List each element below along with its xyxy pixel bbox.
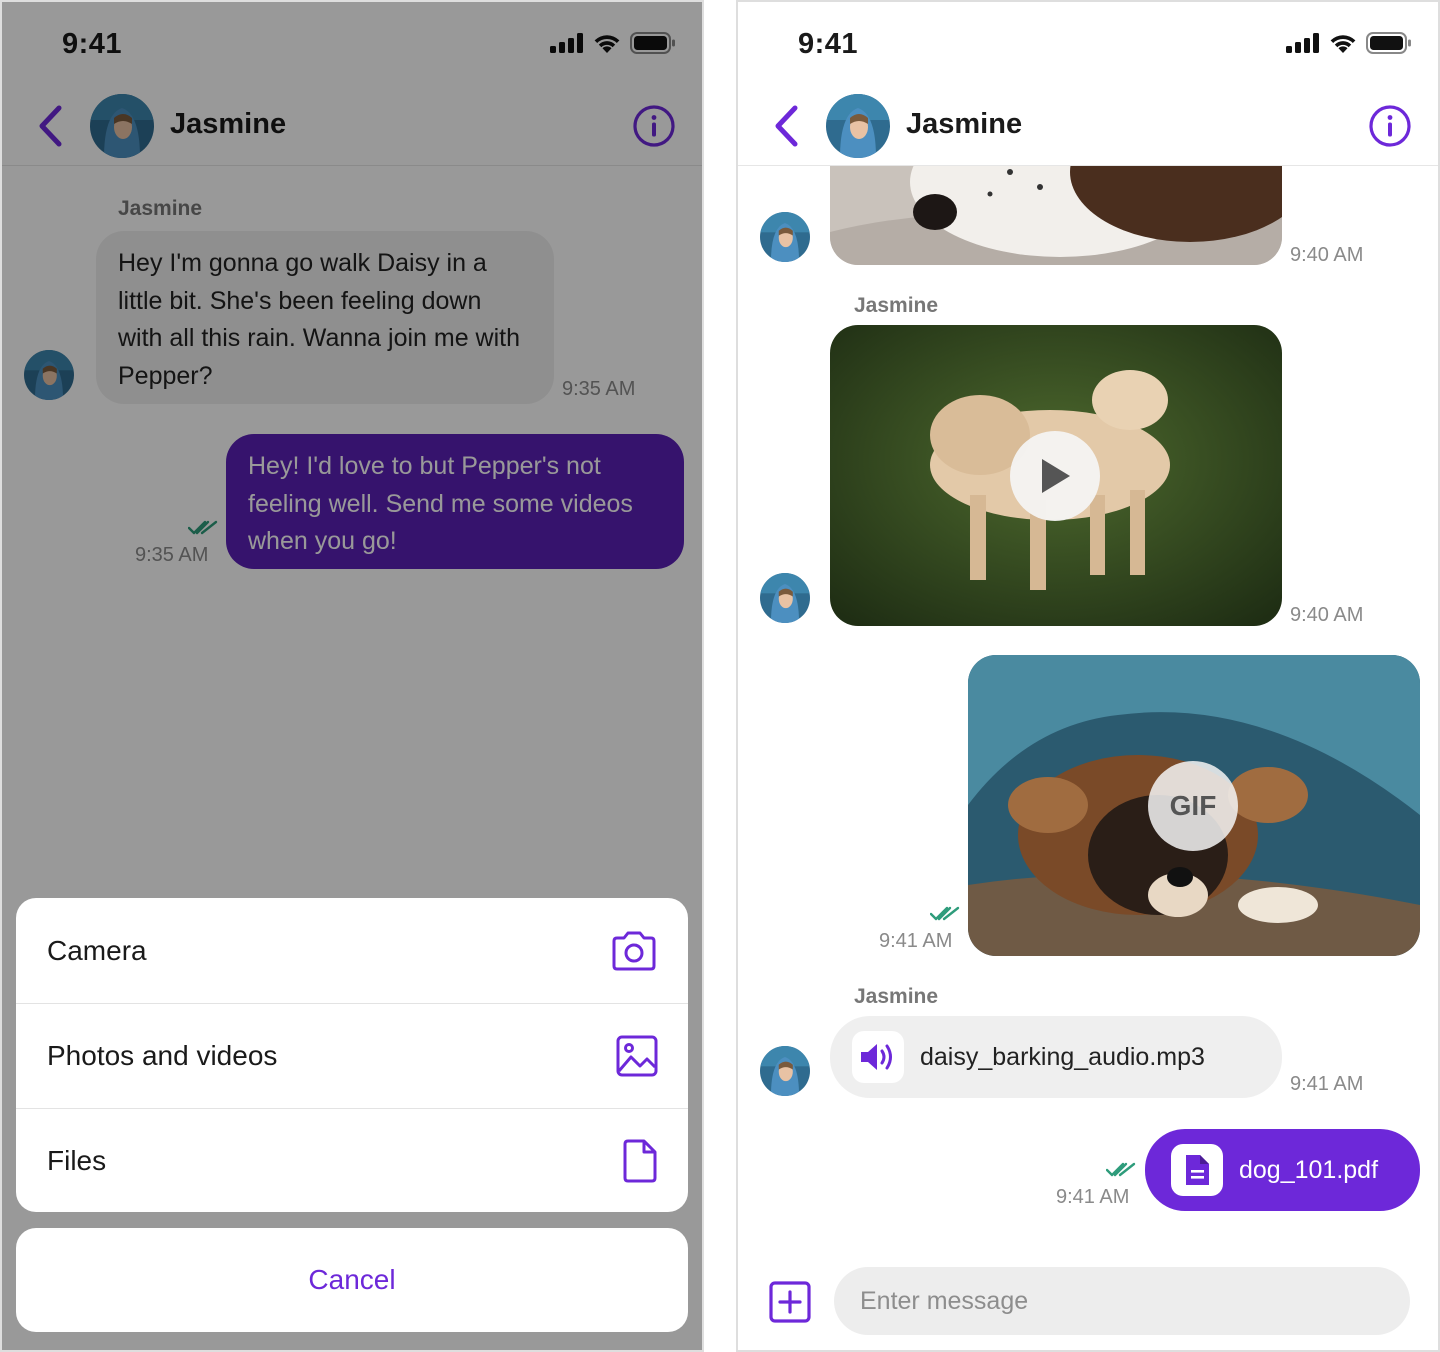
gif-message[interactable]: GIF [968,655,1420,956]
camera-option-label: Camera [47,934,147,966]
camera-icon [612,931,656,970]
document-icon [1186,1155,1209,1185]
battery-icon [1366,32,1411,54]
contact-name: Jasmine [906,108,1023,140]
sender-avatar [760,212,810,262]
chat-header: Jasmine [738,86,1438,166]
chat-screen-media: 9:41 Jasmine 9:40 AM Jasmine 9:40 AM 9:4… [736,0,1440,1352]
speaker-icon [861,1044,892,1070]
status-time: 9:41 [798,28,859,60]
gif-badge: GIF [1148,761,1238,851]
audio-icon-box [852,1031,904,1083]
sender-avatar [760,573,810,623]
files-option[interactable]: Files [16,1108,688,1212]
signal-icon [1286,33,1319,53]
sender-avatar [760,1046,810,1096]
status-bar: 9:41 [738,2,1438,86]
file-filename: dog_101.pdf [1239,1155,1379,1184]
attachment-action-sheet: Camera Photos and videos Files [16,898,688,1212]
contact-avatar[interactable] [826,94,890,158]
photos-videos-option[interactable]: Photos and videos [16,1003,688,1108]
wifi-icon [1330,35,1356,53]
message-time: 9:41 AM [879,930,953,952]
photos-videos-option-label: Photos and videos [47,1040,278,1071]
read-receipt-icon [1106,1162,1136,1177]
camera-option[interactable]: Camera [16,898,688,1003]
message-time: 9:41 AM [1056,1186,1130,1208]
audio-message[interactable]: daisy_barking_audio.mp3 [830,1016,1282,1098]
play-icon [1042,459,1070,493]
image-icon [616,1035,658,1077]
play-button[interactable] [1010,431,1100,521]
avatar-photo [826,94,890,158]
chat-screen-attachment-menu: 9:41 Jasmine Jasmine Hey I'm gonna go wa… [0,0,704,1352]
back-button[interactable] [766,104,806,148]
cancel-button[interactable]: Cancel [16,1228,688,1332]
chevron-left-icon [775,105,798,147]
video-message[interactable] [830,325,1282,626]
message-composer [738,1252,1438,1350]
document-icon-box [1171,1144,1223,1196]
message-sender: Jasmine [854,985,939,1008]
message-input[interactable] [834,1267,1410,1335]
files-option-label: Files [47,1145,107,1176]
message-time: 9:40 AM [1290,604,1364,626]
add-attachment-icon[interactable] [768,1280,812,1324]
file-icon [623,1139,657,1183]
message-time: 9:41 AM [1290,1073,1364,1095]
message-sender: Jasmine [854,294,939,317]
audio-filename: daisy_barking_audio.mp3 [920,1042,1205,1071]
read-receipt-icon [930,906,960,921]
file-message[interactable]: dog_101.pdf [1145,1129,1420,1211]
message-time: 9:40 AM [1290,244,1364,266]
info-icon[interactable] [1368,104,1412,148]
